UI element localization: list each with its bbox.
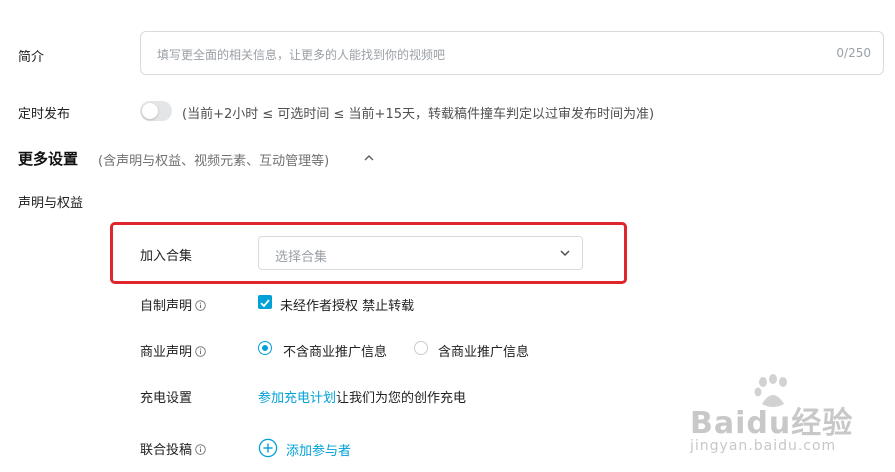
more-settings-subtitle: (含声明与权益、视频元素、互动管理等) (98, 154, 330, 169)
chevron-down-icon (558, 245, 572, 259)
commercial-label: 商业声明 (140, 345, 193, 360)
toggle-knob (142, 103, 158, 119)
commercial-radio-has[interactable] (414, 341, 428, 355)
watermark-url: jingyan.baidu.com (690, 438, 837, 454)
description-counter: 0/250 (836, 46, 871, 60)
chevron-up-icon[interactable] (362, 150, 376, 164)
check-icon (260, 299, 270, 308)
charging-text: 让我们为您的创作充电 (336, 391, 467, 406)
joint-row: 联合投稿 (140, 439, 206, 458)
watermark-brand: Baidu经验 (690, 406, 854, 441)
commercial-row: 商业声明 (140, 341, 206, 360)
schedule-toggle[interactable] (140, 101, 172, 121)
description-placeholder: 填写更全面的相关信息，让更多的人能找到你的视频吧 (157, 48, 446, 62)
collection-select[interactable]: 选择合集 (258, 236, 583, 270)
add-circle-icon[interactable] (258, 438, 278, 458)
self-made-row: 自制声明 (140, 295, 206, 314)
info-icon[interactable] (195, 300, 206, 311)
description-label: 简介 (18, 50, 45, 65)
joint-label: 联合投稿 (140, 443, 193, 458)
collection-placeholder: 选择合集 (275, 250, 328, 265)
radio-dot (262, 345, 268, 351)
commercial-option-has[interactable]: 含商业推广信息 (438, 341, 529, 360)
add-participant-link[interactable]: 添加参与者 (286, 440, 351, 459)
charging-label: 充电设置 (140, 391, 193, 406)
description-input[interactable]: 填写更全面的相关信息，让更多的人能找到你的视频吧 0/250 (140, 31, 884, 75)
commercial-option-none[interactable]: 不含商业推广信息 (283, 341, 387, 360)
charging-row: 参加充电计划让我们为您的创作充电 (258, 387, 466, 406)
schedule-label: 定时发布 (18, 107, 71, 122)
commercial-radio-none[interactable] (258, 341, 272, 355)
collection-label: 加入合集 (140, 249, 193, 264)
self-made-checkbox[interactable] (258, 295, 272, 309)
info-icon[interactable] (195, 346, 206, 357)
self-made-label: 自制声明 (140, 299, 193, 314)
charging-plan-link[interactable]: 参加充电计划 (258, 391, 336, 406)
info-icon[interactable] (195, 444, 206, 455)
more-settings-title[interactable]: 更多设置 (18, 148, 78, 169)
self-made-checkbox-text[interactable]: 未经作者授权 禁止转载 (280, 295, 414, 314)
schedule-hint: (当前+2小时 ≤ 可选时间 ≤ 当前+15天，转载稿件撞车判定以过审发布时间为… (182, 107, 655, 122)
rights-section-label: 声明与权益 (18, 196, 84, 211)
